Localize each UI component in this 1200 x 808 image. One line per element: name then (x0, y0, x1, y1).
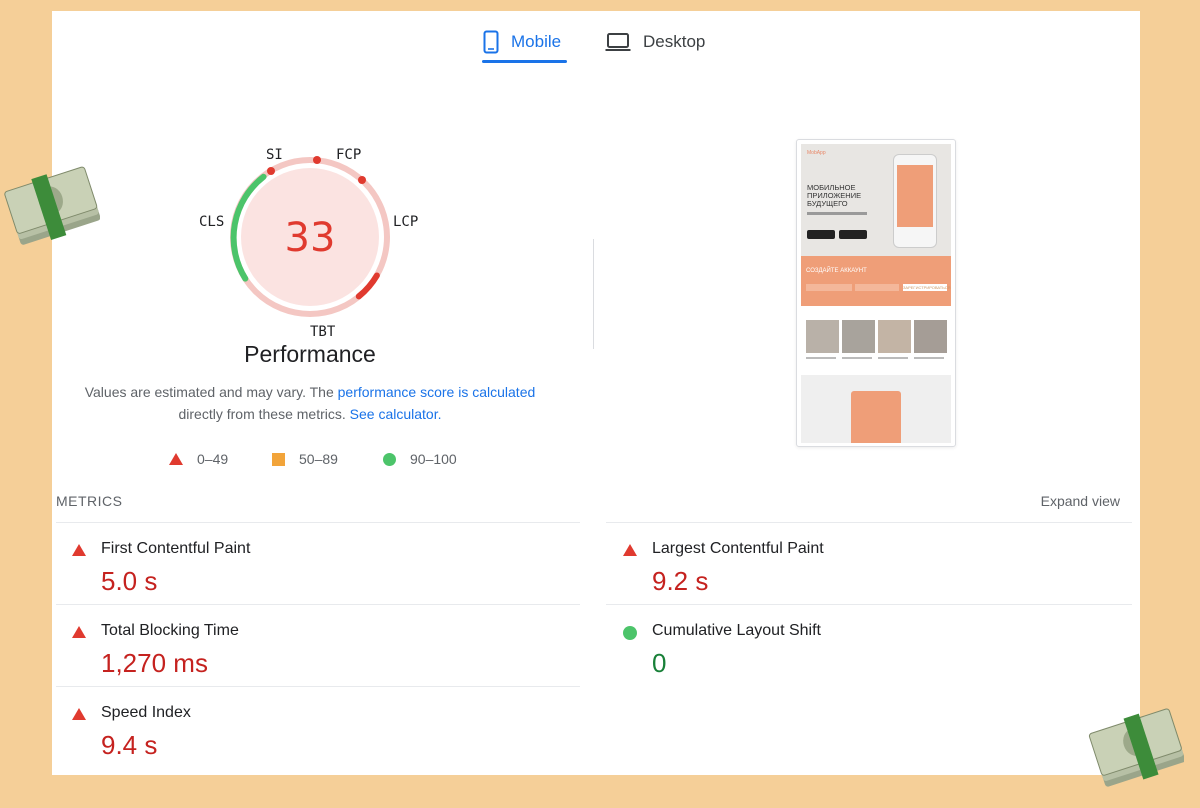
gauge-label-fcp: FCP (336, 147, 362, 163)
thumb-photo (842, 320, 875, 353)
square-icon (272, 452, 285, 466)
thumb-logo: MobApp (807, 150, 826, 156)
money-stack-icon (4, 166, 100, 245)
smartphone-icon (483, 30, 499, 54)
pass-circle-icon (623, 626, 637, 640)
gauge-label-tbt: TBT (310, 324, 336, 340)
metric-first-contentful-paint: First Contentful Paint 5.0 s (56, 526, 576, 606)
thumb-store-button (839, 230, 867, 239)
divider (56, 604, 580, 605)
performance-title: Performance (244, 341, 376, 367)
see-calculator-link[interactable]: See calculator. (350, 406, 442, 422)
description-text-1: Values are estimated and may vary. The (84, 384, 338, 400)
tab-desktop[interactable]: Desktop (605, 21, 705, 63)
metric-name: Cumulative Layout Shift (652, 622, 821, 639)
thumb-photo (914, 320, 947, 353)
triangle-icon (169, 453, 183, 465)
metric-name: Speed Index (101, 704, 191, 721)
thumb-photo (878, 320, 911, 353)
metric-name: Largest Contentful Paint (652, 540, 824, 557)
score-calculated-link[interactable]: performance score is calculated (338, 384, 536, 400)
metric-total-blocking-time: Total Blocking Time 1,270 ms (56, 608, 576, 688)
metric-largest-contentful-paint: Largest Contentful Paint 9.2 s (607, 526, 1127, 606)
metric-value: 9.2 s (652, 566, 709, 596)
metric-name: First Contentful Paint (101, 540, 251, 557)
fail-triangle-icon (72, 544, 86, 556)
gauge-label-lcp: LCP (393, 214, 419, 230)
vertical-divider (593, 239, 594, 349)
thumb-store-button (807, 230, 835, 239)
thumb-phone-image (851, 391, 901, 443)
page-screenshot-thumbnail[interactable]: MobApp МОБИЛЬНОЕ ПРИЛОЖЕНИЕ БУДУЩЕГО СОЗ… (796, 139, 956, 447)
legend-range: 0–49 (197, 451, 229, 467)
legend-item-average: 50–89 (272, 451, 338, 467)
divider (56, 686, 580, 687)
thumb-cta-title: СОЗДАЙТЕ АККАУНТ (806, 268, 867, 274)
active-tab-indicator (482, 60, 567, 63)
fail-triangle-icon (72, 626, 86, 638)
thumb-hero: MobApp МОБИЛЬНОЕ ПРИЛОЖЕНИЕ БУДУЩЕГО (801, 144, 951, 256)
gauge-label-cls: CLS (199, 214, 225, 230)
gauge-label-si: SI (266, 147, 283, 163)
description-text-2: directly from these metrics. (178, 406, 350, 422)
tab-mobile[interactable]: Mobile (483, 21, 561, 63)
expand-view-button[interactable]: Expand view (1041, 493, 1120, 509)
divider (606, 604, 1132, 605)
thumb-signup-band: СОЗДАЙТЕ АККАУНТ ЗАРЕГИСТРИРОВАТЬСЯ (801, 256, 951, 306)
legend-item-pass: 90–100 (383, 451, 457, 467)
tab-mobile-label: Mobile (511, 32, 562, 51)
money-stack-icon (1088, 708, 1184, 787)
thumb-features (801, 375, 951, 443)
legend-range: 90–100 (410, 451, 457, 467)
score-legend: 0–49 50–89 90–100 (52, 451, 572, 471)
legend-item-fail: 0–49 (169, 451, 228, 467)
thumb-cta-button: ЗАРЕГИСТРИРОВАТЬСЯ (903, 284, 951, 291)
thumb-heading: МОБИЛЬНОЕ ПРИЛОЖЕНИЕ БУДУЩЕГО (807, 183, 862, 208)
report-panel: Mobile Desktop 33 SI FCP LCP CLS TBT Per… (52, 11, 1140, 775)
fail-triangle-icon (72, 708, 86, 720)
metric-value: 1,270 ms (101, 648, 208, 678)
metric-value: 0 (652, 648, 667, 678)
metric-value: 9.4 s (101, 730, 158, 760)
device-tabs: Mobile Desktop (52, 11, 1140, 71)
metric-value: 5.0 s (101, 566, 158, 596)
legend-range: 50–89 (299, 451, 338, 467)
divider (56, 522, 580, 523)
thumb-photo (806, 320, 839, 353)
lcp-dot (358, 176, 366, 184)
metric-speed-index: Speed Index 9.4 s (56, 690, 576, 770)
metrics-header: METRICS (56, 493, 123, 509)
performance-description: Values are estimated and may vary. The p… (72, 381, 548, 425)
thumb-phone-image (893, 154, 937, 248)
laptop-icon (605, 33, 631, 51)
fcp-dot (313, 156, 321, 164)
fail-triangle-icon (623, 544, 637, 556)
metric-cumulative-layout-shift: Cumulative Layout Shift 0 (607, 608, 1127, 688)
si-dot (267, 167, 275, 175)
tab-desktop-label: Desktop (643, 32, 706, 51)
circle-icon (383, 452, 396, 466)
metric-name: Total Blocking Time (101, 622, 239, 639)
thumb-subtext (807, 212, 867, 215)
divider (606, 522, 1132, 523)
